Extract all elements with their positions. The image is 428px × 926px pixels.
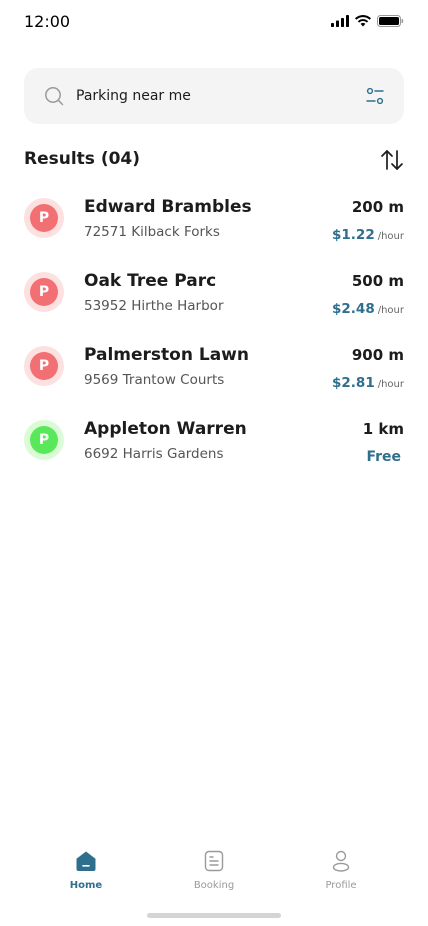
result-item[interactable]: P Palmerston Lawn 9569 Trantow Courts 90… — [24, 332, 404, 406]
profile-icon — [332, 850, 350, 872]
search-input[interactable] — [76, 85, 346, 107]
nav-item-profile[interactable]: Profile — [296, 846, 386, 891]
result-item[interactable]: P Oak Tree Parc 53952 Hirthe Harbor 500 … — [24, 258, 404, 332]
filter-icon[interactable] — [366, 87, 384, 105]
parking-address: 9569 Trantow Courts — [84, 372, 225, 388]
parking-pin-icon: P — [24, 272, 64, 312]
pin-letter: P — [30, 352, 58, 380]
price-amount: $2.81 — [332, 375, 375, 391]
price-amount: $2.48 — [332, 301, 375, 317]
parking-name: Oak Tree Parc — [84, 271, 217, 291]
parking-price: Free — [366, 446, 404, 465]
parking-name: Edward Brambles — [84, 197, 252, 217]
parking-address: 6692 Harris Gardens — [84, 446, 224, 462]
result-item[interactable]: P Edward Brambles 72571 Kilback Forks 20… — [24, 184, 404, 258]
parking-address: 53952 Hirthe Harbor — [84, 298, 224, 314]
nav-label-booking: Booking — [193, 880, 235, 891]
price-unit: /hour — [377, 231, 404, 242]
wifi-icon — [355, 15, 371, 27]
parking-distance: 1 km — [362, 420, 404, 438]
price-amount: Free — [366, 449, 401, 465]
parking-pin-icon: P — [24, 346, 64, 386]
parking-price: $1.22/hour — [332, 224, 404, 243]
status-time: 12:00 — [24, 12, 71, 31]
pin-letter: P — [30, 204, 58, 232]
home-icon — [76, 851, 96, 871]
parking-pin-icon: P — [24, 420, 64, 460]
parking-distance: 200 m — [351, 198, 404, 216]
result-list: P Edward Brambles 72571 Kilback Forks 20… — [24, 184, 404, 480]
booking-icon — [204, 850, 224, 872]
sort-icon[interactable] — [380, 149, 404, 171]
nav-item-booking[interactable]: Booking — [169, 846, 259, 891]
parking-price: $2.48/hour — [332, 298, 404, 317]
parking-name: Palmerston Lawn — [84, 345, 249, 365]
result-item[interactable]: P Appleton Warren 6692 Harris Gardens 1 … — [24, 406, 404, 480]
nav-label-profile: Profile — [325, 880, 357, 891]
pin-letter: P — [30, 278, 58, 306]
results-title: Results (04) — [24, 149, 141, 169]
price-unit: /hour — [377, 379, 404, 390]
battery-icon — [377, 15, 404, 27]
status-bar: 12:00 — [0, 0, 428, 44]
parking-distance: 900 m — [351, 346, 404, 364]
pin-letter: P — [30, 426, 58, 454]
parking-name: Appleton Warren — [84, 419, 247, 439]
home-indicator — [147, 913, 281, 918]
nav-item-home[interactable]: Home — [41, 846, 131, 891]
signal-icon — [331, 15, 349, 27]
parking-price: $2.81/hour — [332, 372, 404, 391]
parking-address: 72571 Kilback Forks — [84, 224, 220, 240]
status-icons — [331, 15, 404, 27]
nav-label-home: Home — [69, 880, 103, 891]
search-bar[interactable] — [24, 68, 404, 124]
parking-distance: 500 m — [351, 272, 404, 290]
price-amount: $1.22 — [332, 227, 375, 243]
search-icon — [45, 87, 64, 106]
price-unit: /hour — [377, 305, 404, 316]
parking-pin-icon: P — [24, 198, 64, 238]
bottom-nav: Home Booking Profile — [0, 846, 428, 896]
